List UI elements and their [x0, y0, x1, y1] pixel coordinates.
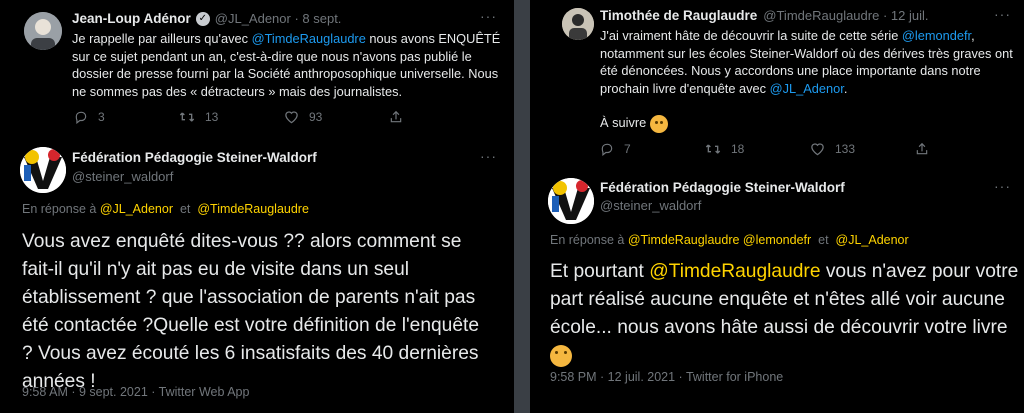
- text-segment: Je rappelle par ailleurs qu'avec: [72, 31, 252, 46]
- left-tweet-thread: Jean-Loup Adénor ✓ @JL_Adenor · 8 sept. …: [0, 0, 514, 413]
- tweet-text: Et pourtant @TimdeRauglaudre vous n'avez…: [550, 258, 1024, 370]
- steiner-waldorf-logo-icon: [20, 147, 66, 193]
- text-line: été dénoncées. Nous y accordons une plac…: [600, 63, 981, 78]
- text-line: ? Vous avez écouté les 6 insatisfaits de…: [22, 343, 479, 364]
- retweet-count: 18: [731, 142, 745, 156]
- text-line: établissement ? que l'association de par…: [22, 287, 476, 308]
- like-button[interactable]: 93: [284, 110, 389, 124]
- retweet-icon: [179, 112, 195, 122]
- reply-count: 3: [98, 110, 105, 124]
- share-icon: [916, 142, 928, 155]
- text-segment: Et pourtant: [550, 261, 650, 282]
- heart-icon: [811, 143, 824, 156]
- text-line: part réalisé aucune enquête et n'êtes al…: [550, 289, 1005, 310]
- tweet-header: Timothée de Rauglaudre @TimdeRauglaudre …: [600, 8, 928, 23]
- mention-link[interactable]: @JL_Adenor: [836, 233, 909, 247]
- text-line: dossier de presse fourni par la Société …: [72, 66, 499, 81]
- retweet-button[interactable]: 13: [179, 110, 284, 124]
- like-button[interactable]: 133: [810, 142, 915, 156]
- author-name[interactable]: Timothée de Rauglaudre: [600, 8, 757, 23]
- more-options-icon[interactable]: ···: [994, 178, 1011, 194]
- tweet-header: Fédération Pédagogie Steiner-Waldorf: [600, 180, 845, 195]
- tweet-text: J'ai vraiment hâte de découvrir la suite…: [600, 27, 1020, 133]
- author-handle-date[interactable]: @TimdeRauglaudre · 12 juil.: [763, 8, 928, 23]
- mention-link[interactable]: @TimdeRauglaudre: [252, 31, 366, 46]
- face-with-rolling-eyes-icon: [550, 344, 572, 367]
- text-line: fait-il qu'il n'y ait pas eu de visite d…: [22, 259, 410, 280]
- text-segment: .: [843, 80, 848, 96]
- text-line: notamment sur les écoles Steiner-Waldorf…: [600, 45, 1013, 61]
- replying-and: et: [173, 202, 198, 216]
- mention-link[interactable]: @TimdeRauglaudre: [649, 261, 820, 282]
- avatar[interactable]: [562, 8, 594, 40]
- verified-badge-icon: ✓: [195, 11, 210, 26]
- avatar[interactable]: [24, 12, 62, 50]
- share-icon: [390, 110, 402, 123]
- tweet-timestamp-source[interactable]: 9:58 PM · 12 juil. 2021 · Twitter for iP…: [550, 370, 783, 384]
- reply-icon: [75, 111, 87, 124]
- mention-link[interactable]: @TimdeRauglaudre: [197, 202, 309, 216]
- panel-divider: [514, 0, 530, 413]
- tweet-header: Jean-Loup Adénor ✓ @JL_Adenor · 8 sept.: [72, 11, 341, 26]
- text-segment: J'ai vraiment hâte de découvrir la suite…: [600, 28, 902, 43]
- reply-button[interactable]: 7: [600, 142, 705, 156]
- retweet-icon: [705, 144, 721, 154]
- author-name[interactable]: Jean-Loup Adénor: [72, 11, 191, 26]
- mention-link[interactable]: @JL_Adenor: [100, 202, 173, 216]
- author-handle-date[interactable]: @JL_Adenor · 8 sept.: [215, 11, 342, 26]
- replying-label: En réponse à: [550, 233, 628, 247]
- winking-face-icon: [649, 114, 668, 133]
- reply-count: 7: [624, 142, 631, 156]
- reply-icon: [601, 143, 613, 156]
- tweet-text: Vous avez enquêté dites-vous ?? alors co…: [22, 228, 508, 396]
- mention-link[interactable]: @lemondefr: [902, 28, 971, 43]
- share-button[interactable]: [915, 142, 945, 156]
- retweet-count: 13: [205, 110, 219, 124]
- replying-label: En réponse à: [22, 202, 100, 216]
- text-line: À suivre: [600, 115, 647, 130]
- profile-photo-icon: [562, 8, 594, 40]
- tweet-text: Je rappelle par ailleurs qu'avec @TimdeR…: [72, 30, 504, 100]
- more-options-icon[interactable]: ···: [480, 8, 497, 24]
- author-handle[interactable]: @steiner_waldorf: [600, 198, 701, 213]
- share-button[interactable]: [389, 110, 419, 124]
- heart-icon: [285, 111, 298, 124]
- like-count: 133: [835, 142, 856, 156]
- avatar[interactable]: [20, 147, 66, 193]
- more-options-icon[interactable]: ···: [480, 148, 497, 164]
- avatar[interactable]: [548, 178, 594, 224]
- steiner-waldorf-logo-icon: [548, 178, 594, 224]
- tweet-header: Fédération Pédagogie Steiner-Waldorf: [72, 150, 317, 165]
- author-name[interactable]: Fédération Pédagogie Steiner-Waldorf: [600, 180, 845, 195]
- more-options-icon[interactable]: ···: [994, 6, 1011, 22]
- like-count: 93: [309, 110, 323, 124]
- tweet-timestamp-source[interactable]: 9:58 AM · 9 sept. 2021 · Twitter Web App: [22, 385, 249, 399]
- replying-to: En réponse à @JL_Adenor et @TimdeRauglau…: [22, 202, 309, 216]
- text-line: sur ce sujet pendant un an, c'est-à-dire…: [72, 48, 472, 64]
- replying-and: et: [811, 233, 836, 247]
- retweet-button[interactable]: 18: [705, 142, 810, 156]
- reply-button[interactable]: 3: [74, 110, 179, 124]
- text-line: Vous avez enquêté dites-vous ?? alors co…: [22, 231, 462, 252]
- profile-photo-icon: [24, 12, 62, 50]
- author-name[interactable]: Fédération Pédagogie Steiner-Waldorf: [72, 150, 317, 165]
- text-segment: nous avons ENQUÊTÉ: [365, 31, 501, 46]
- author-handle[interactable]: @steiner_waldorf: [72, 169, 173, 184]
- tweet-actions: 3 13 93: [74, 110, 419, 124]
- right-tweet-thread: Timothée de Rauglaudre @TimdeRauglaudre …: [530, 0, 1024, 413]
- text-line: été contactée ?Quelle est votre définiti…: [22, 315, 480, 336]
- mention-link[interactable]: @JL_Adenor: [770, 81, 844, 96]
- tweet-actions: 7 18 133: [600, 142, 945, 156]
- text-line: école... nous avons hâte aussi de découv…: [550, 317, 1008, 338]
- text-segment: prochain livre d'enquête avec: [600, 80, 770, 96]
- replying-to: En réponse à @TimdeRauglaudre @lemondefr…: [550, 233, 909, 247]
- text-segment: ,: [971, 28, 975, 43]
- text-line: ne sommes pas des « détracteurs » mais d…: [72, 83, 403, 99]
- text-segment: vous n'avez pour votre: [820, 261, 1019, 282]
- mention-link[interactable]: @TimdeRauglaudre @lemondefr: [628, 233, 811, 247]
